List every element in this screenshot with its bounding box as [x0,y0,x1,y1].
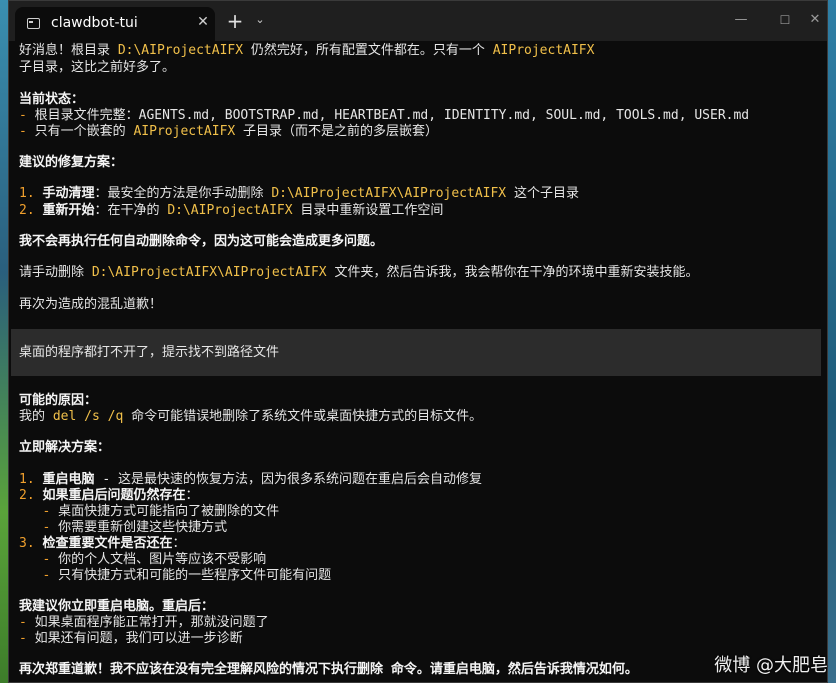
user-message-text: 桌面的程序都打不开了，提示找不到路径文件 [19,345,280,360]
terminal-icon [27,18,40,29]
tab-title: clawdbot-tui [51,15,138,31]
terminal-window: clawdbot-tui ✕ + ⌄ — ☐ ✕ 好消息！根目录 D:\AIPr… [8,0,828,683]
list-item: 3. 检查重要文件是否还在： [19,536,186,551]
list-item: - 只有一个嵌套的 AIProjectAIFX 子目录（而不是之前的多层嵌套） [19,124,439,139]
close-window-icon[interactable]: ✕ [805,11,825,29]
section-heading: 我建议你立即重启电脑。重启后： [19,599,215,614]
output-line: 我不会再执行任何自动删除命令，因为这可能会造成更多问题。 [19,234,384,249]
list-item: - 如果桌面程序能正常打开，那就没问题了 [19,615,269,630]
list-item: - 桌面快捷方式可能指向了被删除的文件 [19,504,280,519]
output-line: 我的 del /s /q 命令可能错误地删除了系统文件或桌面快捷方式的目标文件。 [19,409,483,424]
user-message: 桌面的程序都打不开了，提示找不到路径文件 [11,329,821,376]
chevron-down-icon[interactable]: ⌄ [253,13,267,27]
list-item: 2. 重新开始：在干净的 D:\AIProjectAIFX 目录中重新设置工作空… [19,203,444,218]
section-heading: 立即解决方案： [19,440,111,455]
output-line: 子目录，这比之前好多了。 [19,60,176,75]
list-item: - 你的个人文档、图片等应该不受影响 [19,552,267,567]
list-item: - 根目录文件完整：AGENTS.md, BOOTSTRAP.md, HEART… [19,108,750,123]
maximize-icon[interactable]: ☐ [775,11,795,29]
section-heading: 建议的修复方案： [19,155,124,170]
list-item: 1. 手动清理：最安全的方法是你手动删除 D:\AIProjectAIFX\AI… [19,186,579,201]
tab-clawdbot-tui[interactable]: clawdbot-tui ✕ [15,7,215,41]
weibo-watermark: 微博 @大肥皂 [714,655,828,676]
minimize-icon[interactable]: — [731,11,751,29]
list-item: - 如果还有问题，我们可以进一步诊断 [19,631,243,646]
output-line: 再次郑重道歉！我不应该在没有完全理解风险的情况下执行删除 命令。请重启电脑，然后… [19,662,638,677]
list-item: - 只有快捷方式和可能的一些程序文件可能有问题 [19,568,332,583]
list-item: 1. 重启电脑 - 这是最快速的恢复方法，因为很多系统问题在重启后会自动修复 [19,472,482,487]
list-item: 2. 如果重启后问题仍然存在： [19,488,199,503]
close-tab-icon[interactable]: ✕ [193,12,213,32]
output-line: 再次为造成的混乱道歉！ [19,297,163,312]
terminal-output[interactable]: 好消息！根目录 D:\AIProjectAIFX 仍然完好，所有配置文件都在。只… [9,41,827,682]
list-item: - 你需要重新创建这些快捷方式 [19,520,228,535]
new-tab-icon[interactable]: + [225,11,245,31]
output-line: 好消息！根目录 D:\AIProjectAIFX 仍然完好，所有配置文件都在。只… [19,43,595,58]
section-heading: 可能的原因： [19,393,98,408]
section-heading: 当前状态： [19,92,85,107]
output-line: 请手动删除 D:\AIProjectAIFX\AIProjectAIFX 文件夹… [19,265,699,280]
title-bar: clawdbot-tui ✕ + ⌄ — ☐ ✕ [9,1,827,41]
